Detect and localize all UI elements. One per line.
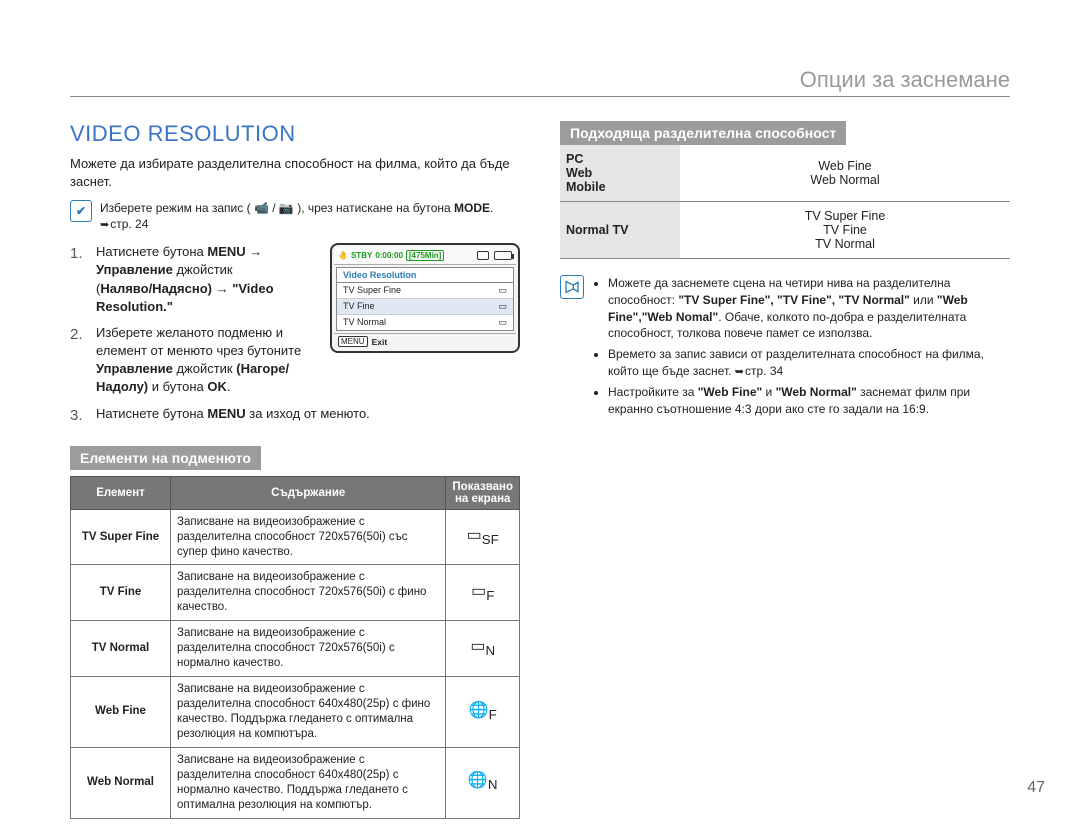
right-column: Подходяща разделителна способност PC Web… bbox=[560, 121, 1010, 819]
step-3-text: Натиснете бутона MENU за изход от менюто… bbox=[96, 405, 370, 423]
submenu-table: Елемент Съдържание Показвано на екрана T… bbox=[70, 476, 520, 819]
table-row: Normal TV TV Super Fine TV Fine TV Norma… bbox=[560, 202, 1010, 259]
note-icon bbox=[560, 275, 584, 299]
res-value-cell: Web Fine Web Normal bbox=[680, 145, 1010, 202]
res-label-cell: PC Web Mobile bbox=[560, 145, 680, 202]
camera-menu-item-label: TV Normal bbox=[343, 317, 386, 328]
camera-lcd-figure: 🤚 STBY 0:00:00 [475Min] Video Resolution… bbox=[330, 243, 520, 353]
page-ref-icon bbox=[100, 217, 110, 231]
table-row: Web Normal Записване на видеоизображение… bbox=[71, 747, 520, 818]
camera-stby: STBY bbox=[351, 251, 372, 260]
step-3: 3. Натиснете бутона MENU за изход от мен… bbox=[70, 405, 520, 426]
step-number: 3. bbox=[70, 405, 88, 426]
precheck-page-ref: стр. 24 bbox=[110, 217, 148, 231]
page-ref-icon bbox=[735, 364, 745, 378]
step-number: 2. bbox=[70, 324, 88, 345]
note-block: Можете да заснемете сцена на четири нива… bbox=[560, 275, 1010, 422]
camera-footer-menu-btn: MENU bbox=[338, 336, 368, 347]
step-number: 1. bbox=[70, 243, 88, 264]
res-label-cell: Normal TV bbox=[560, 202, 680, 259]
row-name: TV Super Fine bbox=[71, 509, 171, 565]
resolution-table: PC Web Mobile Web Fine Web Normal Normal… bbox=[560, 145, 1010, 259]
web-n-icon: 🌐N bbox=[446, 747, 520, 818]
step-1: 1. Натиснете бутона MENU → Управление дж… bbox=[70, 243, 320, 316]
precheck-icon: ✔ bbox=[70, 200, 92, 222]
row-desc: Записване на видеоизображение с разделит… bbox=[171, 747, 446, 818]
table-row: Web Fine Записване на видеоизображение с… bbox=[71, 677, 520, 748]
intro-text: Можете да избирате разделителна способно… bbox=[70, 155, 520, 190]
camera-menu: Video Resolution TV Super Fine▭ TV Fine▭… bbox=[336, 267, 514, 331]
table-row: TV Normal Записване на видеоизображение … bbox=[71, 621, 520, 677]
step-2: 2. Изберете желаното подменю и елемент о… bbox=[70, 324, 320, 397]
camera-battery-icon bbox=[494, 251, 512, 260]
header-rule: Опции за заснемане bbox=[70, 96, 1010, 97]
submenu-section-title: Елементи на подменюто bbox=[70, 446, 261, 470]
step-1-text: Натиснете бутона MENU → Управление джойс… bbox=[96, 243, 320, 316]
note-list: Можете да заснемете сцена на четири нива… bbox=[594, 275, 1010, 422]
camera-topbar: 🤚 STBY 0:00:00 [475Min] bbox=[334, 247, 516, 265]
tv-sf-icon: ▭SF bbox=[446, 509, 520, 565]
suitable-res-title: Подходяща разделителна способност bbox=[560, 121, 846, 145]
row-desc: Записване на видеоизображение с разделит… bbox=[171, 621, 446, 677]
camera-menu-item: TV Fine▭ bbox=[337, 299, 513, 315]
table-row: TV Super Fine Записване на видеоизображе… bbox=[71, 509, 520, 565]
camera-hand-icon: 🤚 bbox=[338, 251, 348, 260]
table-row: TV Fine Записване на видеоизображение с … bbox=[71, 565, 520, 621]
note-item: Времето за запис зависи от разделителнат… bbox=[608, 346, 1010, 380]
col-screen: Показвано на екрана bbox=[446, 476, 520, 509]
camera-timecode: 0:00:00 bbox=[375, 251, 403, 260]
table-row: PC Web Mobile Web Fine Web Normal bbox=[560, 145, 1010, 202]
page-number: 47 bbox=[1027, 779, 1045, 797]
camera-menu-item-label: TV Fine bbox=[343, 301, 375, 312]
row-desc: Записване на видеоизображение с разделит… bbox=[171, 565, 446, 621]
camera-menu-footer: MENU Exit bbox=[334, 333, 516, 349]
camera-menu-item: TV Normal▭ bbox=[337, 315, 513, 330]
precheck-before: Изберете режим на запис ( bbox=[100, 201, 251, 215]
precheck-mid: / bbox=[272, 201, 279, 215]
note-item: Настройките за "Web Fine" и "Web Normal"… bbox=[608, 384, 1010, 418]
video-mode-icon: 📹 bbox=[254, 201, 269, 215]
col-content: Съдържание bbox=[171, 476, 446, 509]
precheck-after: ), чрез натискане на бутона bbox=[297, 201, 454, 215]
web-f-icon: 🌐F bbox=[446, 677, 520, 748]
note-item: Можете да заснемете сцена на четири нива… bbox=[608, 275, 1010, 342]
row-name: TV Fine bbox=[71, 565, 171, 621]
mode-word: MODE bbox=[454, 201, 490, 215]
camera-menu-item: TV Super Fine▭ bbox=[337, 283, 513, 299]
tv-f-icon: ▭F bbox=[446, 565, 520, 621]
row-desc: Записване на видеоизображение с разделит… bbox=[171, 677, 446, 748]
camera-menu-title: Video Resolution bbox=[337, 268, 513, 283]
col-item: Елемент bbox=[71, 476, 171, 509]
main-heading: VIDEO RESOLUTION bbox=[70, 121, 520, 147]
precheck-row: ✔ Изберете режим на запис ( 📹 / 📷 ), чре… bbox=[70, 200, 520, 233]
tv-n-icon: ▭N bbox=[446, 621, 520, 677]
camera-footer-exit: Exit bbox=[372, 337, 388, 347]
row-desc: Записване на видеоизображение с разделит… bbox=[171, 509, 446, 565]
camera-remaining: [475Min] bbox=[406, 250, 444, 261]
precheck-text: Изберете режим на запис ( 📹 / 📷 ), чрез … bbox=[100, 200, 520, 233]
page-header-title: Опции за заснемане bbox=[800, 67, 1010, 93]
step-2-text: Изберете желаното подменю и елемент от м… bbox=[96, 324, 320, 397]
row-name: Web Fine bbox=[71, 677, 171, 748]
res-value-cell: TV Super Fine TV Fine TV Normal bbox=[680, 202, 1010, 259]
photo-mode-icon: 📷 bbox=[279, 201, 294, 215]
camera-menu-item-label: TV Super Fine bbox=[343, 285, 401, 296]
left-column: VIDEO RESOLUTION Можете да избирате разд… bbox=[70, 121, 520, 819]
camera-card-icon bbox=[477, 251, 489, 260]
row-name: Web Normal bbox=[71, 747, 171, 818]
row-name: TV Normal bbox=[71, 621, 171, 677]
